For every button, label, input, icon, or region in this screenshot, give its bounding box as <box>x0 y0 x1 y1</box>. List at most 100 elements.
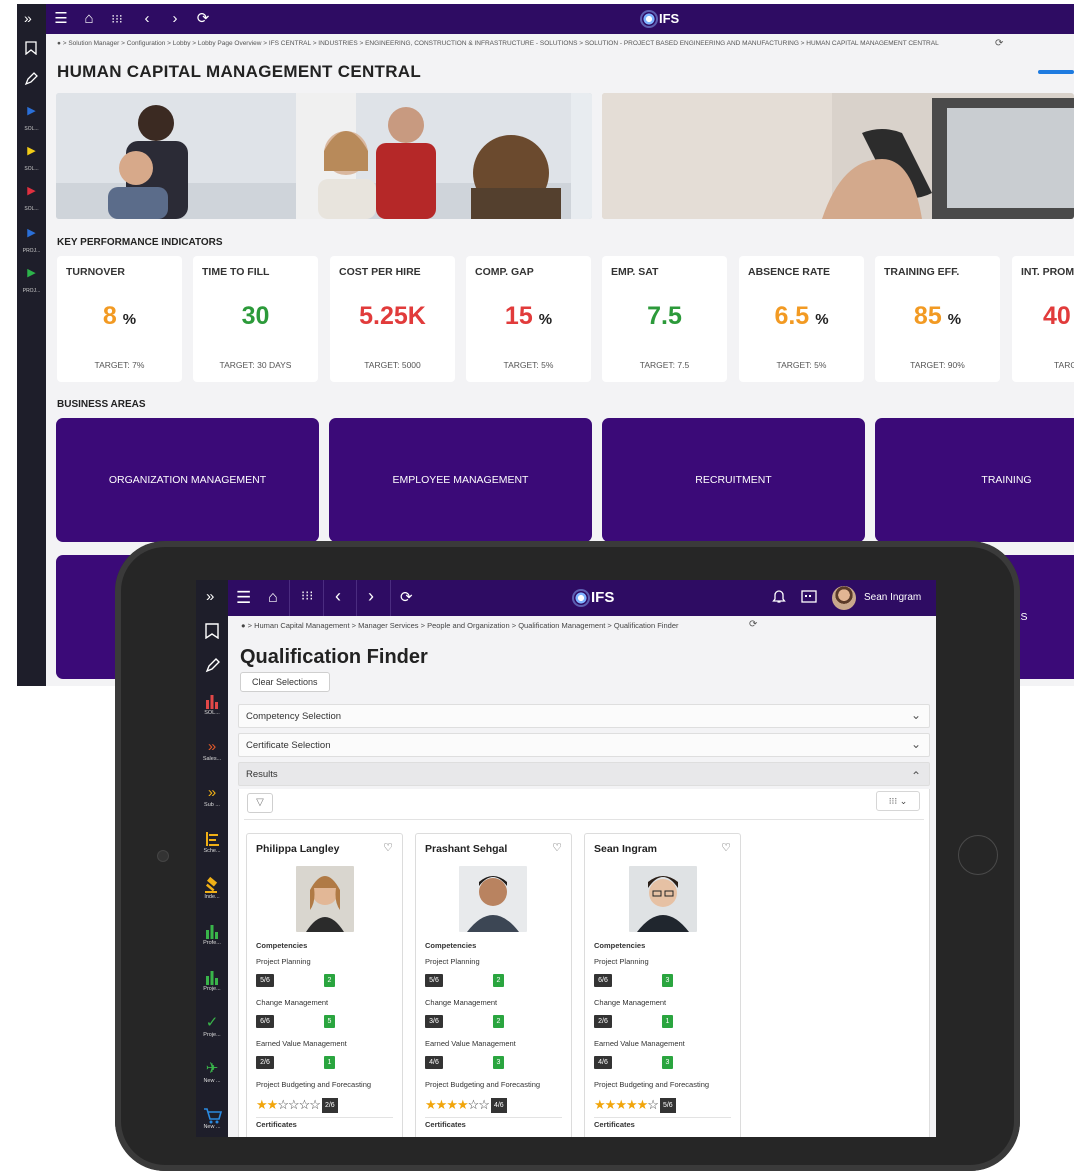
favorite-heart-icon[interactable]: ♡ <box>552 841 562 854</box>
sidebar-item-new-1[interactable]: ✈ New ... <box>196 1060 228 1084</box>
level-badge: 5/6 <box>256 974 274 987</box>
back-icon[interactable]: ‹ <box>138 10 156 28</box>
kpi-value-row: 85% <box>875 302 1000 331</box>
divider <box>256 1117 393 1118</box>
refresh-icon[interactable]: ⟳ <box>194 10 212 28</box>
back-icon[interactable]: ‹ <box>335 586 341 607</box>
kpi-card-int-prom[interactable]: INT. PROM 40 TARG <box>1012 256 1074 382</box>
business-area-training[interactable]: TRAINING <box>875 418 1074 542</box>
level-badge: 4/6 <box>425 1056 443 1069</box>
refresh-icon[interactable]: ⟳ <box>749 619 757 630</box>
sidebar-item-sol[interactable]: SOL... <box>196 692 228 716</box>
candidate-card-sean[interactable]: Sean Ingram ♡ Competencies Project Plann… <box>584 833 741 1137</box>
kpi-title: ABSENCE RATE <box>748 266 831 278</box>
kpi-title: COMP. GAP <box>475 266 534 278</box>
business-area-label: TRAINING <box>981 474 1032 486</box>
competency-selection-section[interactable]: Competency Selection ⌄ <box>238 704 930 728</box>
pencil-icon[interactable] <box>205 658 220 678</box>
business-area-employee[interactable]: EMPLOYEE MANAGEMENT <box>329 418 592 542</box>
menu-icon[interactable]: ☰ <box>52 10 70 28</box>
home-icon[interactable]: ⌂ <box>80 10 98 28</box>
user-name[interactable]: Sean Ingram <box>864 592 921 603</box>
clear-selections-button[interactable]: Clear Selections <box>240 672 330 692</box>
tablet-home-button <box>958 835 998 875</box>
certificates-heading: Certificates <box>594 1120 635 1129</box>
apps-grid-icon[interactable]: ⁝⁝⁝ <box>301 588 313 604</box>
forward-icon[interactable]: › <box>368 586 374 607</box>
results-section-header[interactable]: Results ⌃ <box>238 762 930 786</box>
pencil-icon[interactable] <box>24 72 38 91</box>
sidebar-item-sol-3[interactable]: ▶ SOL... <box>17 184 46 215</box>
expand-icon[interactable]: » <box>206 588 214 605</box>
kpi-value: 85 <box>913 302 942 330</box>
kpi-title: TRAINING EFF. <box>884 266 960 278</box>
schedule-icon <box>206 832 219 846</box>
candidate-card-philippa[interactable]: Philippa Langley ♡ Competencies Project … <box>246 833 403 1137</box>
business-areas-heading: BUSINESS AREAS <box>57 399 146 410</box>
kpi-card-absence-rate[interactable]: ABSENCE RATE 6.5% TARGET: 5% <box>739 256 864 382</box>
bookmark-icon[interactable] <box>205 623 219 644</box>
sidebar-item-sub[interactable]: » Sub ... <box>196 784 228 808</box>
sidebar-item-proj-1[interactable]: ▶ PROJ... <box>17 226 46 257</box>
bar-chart-icon <box>206 971 218 985</box>
kpi-card-emp-sat[interactable]: EMP. SAT 7.5 TARGET: 7.5 <box>602 256 727 382</box>
sidebar-item-label: Profe... <box>203 940 221 946</box>
forward-icon[interactable]: › <box>166 10 184 28</box>
home-icon[interactable]: ⌂ <box>268 589 278 607</box>
count-badge: 2 <box>493 974 504 987</box>
star-filled-icon: ★ <box>425 1097 437 1112</box>
refresh-icon[interactable]: ⟳ <box>995 38 1003 49</box>
sidebar-item-sol-1[interactable]: ▶ SOL... <box>17 104 46 135</box>
kpi-value: 40 <box>1043 302 1071 330</box>
favorite-heart-icon[interactable]: ♡ <box>721 841 731 854</box>
bell-icon[interactable] <box>772 588 786 609</box>
sidebar-item-sche[interactable]: Sche... <box>196 830 228 854</box>
sidebar-item-label: SOL... <box>204 710 220 716</box>
kpi-card-training-eff[interactable]: TRAINING EFF. 85% TARGET: 90% <box>875 256 1000 382</box>
kpi-value: 8 <box>102 302 117 330</box>
count-badge: 3 <box>662 974 673 987</box>
sidebar-item-sol-2[interactable]: ▶ SOL... <box>17 144 46 175</box>
bookmark-icon[interactable] <box>25 41 37 60</box>
expand-icon[interactable]: » <box>24 10 32 26</box>
breadcrumb[interactable]: ● > Solution Manager > Configuration > L… <box>57 40 939 47</box>
candidate-name: Sean Ingram <box>594 843 658 855</box>
menu-icon[interactable]: ☰ <box>236 588 251 608</box>
kpi-title: INT. PROM <box>1021 266 1074 278</box>
sidebar-item-label: Proje... <box>203 1032 221 1038</box>
favorite-heart-icon[interactable]: ♡ <box>383 841 393 854</box>
apps-grid-icon[interactable]: ⁝⁝⁝ <box>108 10 126 28</box>
sidebar-item-proj-2[interactable]: ▶ PROJ... <box>17 266 46 297</box>
sidebar-item-profe[interactable]: Profe... <box>196 922 228 946</box>
certificate-selection-section[interactable]: Certificate Selection ⌄ <box>238 733 930 757</box>
section-title: Competency Selection <box>246 711 342 722</box>
star-empty-icon: ☆ <box>287 1097 300 1112</box>
kpi-card-comp-gap[interactable]: COMP. GAP 15% TARGET: 5% <box>466 256 591 382</box>
sidebar-item-inde[interactable]: Inde... <box>196 876 228 900</box>
kpi-card-time-to-fill[interactable]: TIME TO FILL 30 TARGET: 30 DAYS <box>193 256 318 382</box>
sidebar-item-proje-1[interactable]: Proje... <box>196 968 228 992</box>
kpi-value-row: 5.25K <box>330 302 455 331</box>
business-area-organization[interactable]: ORGANIZATION MANAGEMENT <box>56 418 319 542</box>
chevron-up-icon: ⌃ <box>910 769 921 783</box>
kpi-card-turnover[interactable]: TURNOVER 8% TARGET: 7% <box>57 256 182 382</box>
certificates-heading: Certificates <box>256 1120 297 1129</box>
sidebar-item-new-2[interactable]: New ... <box>196 1106 228 1130</box>
sidebar-item-sales[interactable]: » Sales... <box>196 738 228 762</box>
avatar[interactable] <box>832 586 856 610</box>
kpi-unit: % <box>947 311 962 328</box>
page-title: HUMAN CAPITAL MANAGEMENT CENTRAL <box>57 62 422 81</box>
sidebar-item-label: New ... <box>203 1124 221 1130</box>
breadcrumb[interactable]: ● > Human Capital Management > Manager S… <box>241 621 678 630</box>
kpi-value-row: 15% <box>466 302 591 331</box>
star-rating: ★★★★☆☆ 4/6 <box>425 1098 507 1113</box>
kpi-card-cost-per-hire[interactable]: COST PER HIRE 5.25K TARGET: 5000 <box>330 256 455 382</box>
filter-button[interactable]: ▽ <box>247 793 273 813</box>
sidebar-item-proje-2[interactable]: ✓ Proje... <box>196 1014 228 1038</box>
candidate-card-prashant[interactable]: Prashant Sehgal ♡ Competencies Project P… <box>415 833 572 1137</box>
calendar-icon[interactable] <box>801 589 817 608</box>
refresh-icon[interactable]: ⟳ <box>400 588 413 606</box>
business-area-recruitment[interactable]: RECRUITMENT <box>602 418 865 542</box>
view-toggle-button[interactable]: ⁝⁝⁝ ⌄ <box>876 791 920 811</box>
competency-label: Project Budgeting and Forecasting <box>256 1080 372 1089</box>
